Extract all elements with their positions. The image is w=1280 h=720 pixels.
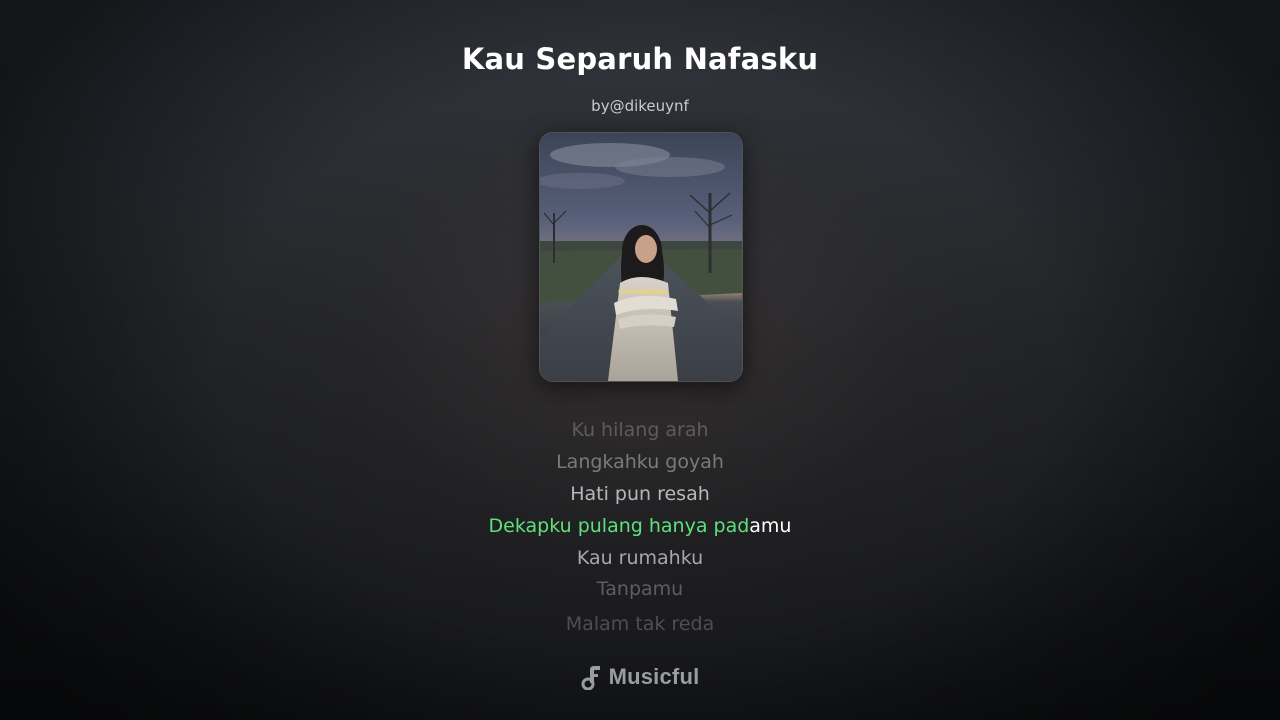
lyric-line-active: Dekapku pulang hanya padamu xyxy=(0,510,1280,542)
lyric-line: Kau rumahku xyxy=(576,547,704,569)
lyric-line: Langkahku goyah xyxy=(556,451,724,473)
lyric-line: Hati pun resah xyxy=(570,483,710,505)
cover-caption: KAU RUMAHKU xyxy=(618,289,668,296)
music-note-icon xyxy=(581,666,600,690)
lyric-sung-part: Dekapku pulang hanya pad xyxy=(488,515,750,537)
brand-watermark: Musicful xyxy=(0,664,1280,690)
album-cover-artwork: KAU RUMAHKU xyxy=(540,133,742,381)
brand-name: Musicful xyxy=(608,664,700,689)
lyric-unsung-part: amu xyxy=(749,515,792,537)
song-title: Kau Separuh Nafasku xyxy=(461,42,819,76)
album-cover: KAU RUMAHKU xyxy=(539,132,743,382)
lyric-line: Tanpamu xyxy=(596,578,684,600)
lyric-line: Malam tak reda xyxy=(565,613,715,635)
lyrics-panel: Ku hilang arah Langkahku goyah Hati pun … xyxy=(0,414,1280,640)
lyric-video-frame: Kau Separuh Nafasku by@dikeuynf KAU RUMA… xyxy=(0,0,1280,720)
song-artist: by@dikeuynf xyxy=(591,97,689,115)
lyric-line: Ku hilang arah xyxy=(571,419,709,441)
